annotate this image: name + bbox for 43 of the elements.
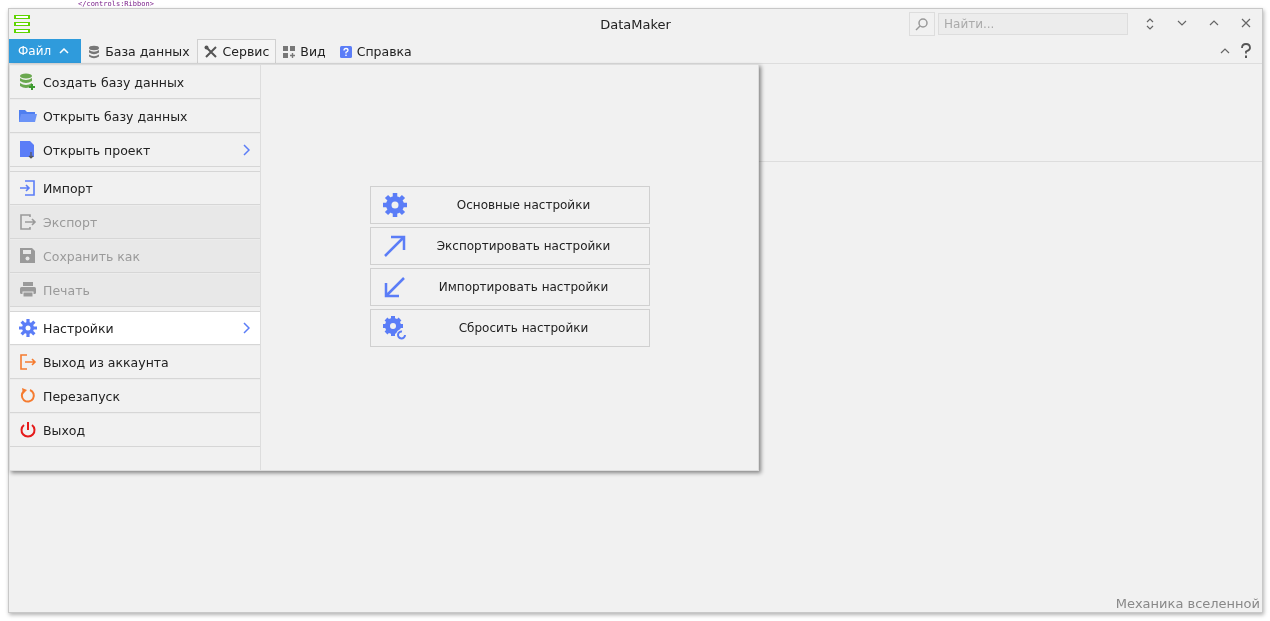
settings-button[interactable]: Импортировать настройки	[369, 268, 650, 306]
menu-item[interactable]: Выход	[10, 413, 260, 447]
chevrons-icon	[1144, 17, 1156, 31]
menu-item[interactable]: Открыть базу данных	[10, 99, 260, 133]
project-file-icon	[19, 141, 37, 159]
database-plus-icon	[19, 73, 37, 91]
chevron-right-icon	[242, 144, 250, 156]
window-title: DataMaker	[600, 16, 671, 32]
tools-icon	[203, 44, 218, 59]
menu-item[interactable]: Настройки	[10, 311, 260, 345]
menu-item[interactable]: Открыть проект	[10, 133, 260, 167]
search-icon	[915, 17, 929, 31]
chevron-right-icon	[242, 322, 250, 334]
database-icon	[88, 44, 101, 59]
export-icon	[19, 213, 37, 231]
search-options-button[interactable]	[909, 12, 935, 36]
ribbon-tab[interactable]: Сервис	[196, 39, 277, 63]
menu-item[interactable]: Перезапуск	[10, 379, 260, 413]
question-mark-icon	[1240, 43, 1252, 59]
status-text: Механика вселенной	[1115, 596, 1261, 612]
menu-item[interactable]: Импорт	[10, 171, 260, 205]
gear-reset-icon	[380, 314, 409, 342]
menu-item[interactable]: Выход из аккаунта	[10, 345, 260, 379]
help-icon	[339, 45, 352, 58]
ribbon-tab[interactable]: База данных	[81, 39, 197, 63]
logout-icon	[19, 353, 37, 371]
ribbon-tab[interactable]: Вид	[276, 39, 333, 63]
gear-icon	[19, 319, 37, 337]
settings-button[interactable]: Сбросить настройки	[369, 309, 650, 347]
caret-icon	[59, 48, 70, 54]
app-logo-icon	[14, 15, 30, 33]
menu-item[interactable]: Создать базу данных	[10, 65, 260, 99]
gear-icon	[380, 191, 409, 219]
search-field[interactable]: Найти...	[938, 13, 1128, 35]
import-icon	[19, 179, 37, 197]
folder-icon	[19, 107, 37, 125]
printer-icon	[19, 281, 37, 299]
settings-button[interactable]: Экспортировать настройки	[369, 227, 650, 265]
restart-icon	[19, 387, 37, 405]
settings-button[interactable]: Основные настройки	[369, 186, 650, 224]
grid-icon	[283, 45, 296, 58]
power-icon	[19, 421, 37, 439]
ribbon-tab[interactable]: Справка	[332, 39, 419, 63]
